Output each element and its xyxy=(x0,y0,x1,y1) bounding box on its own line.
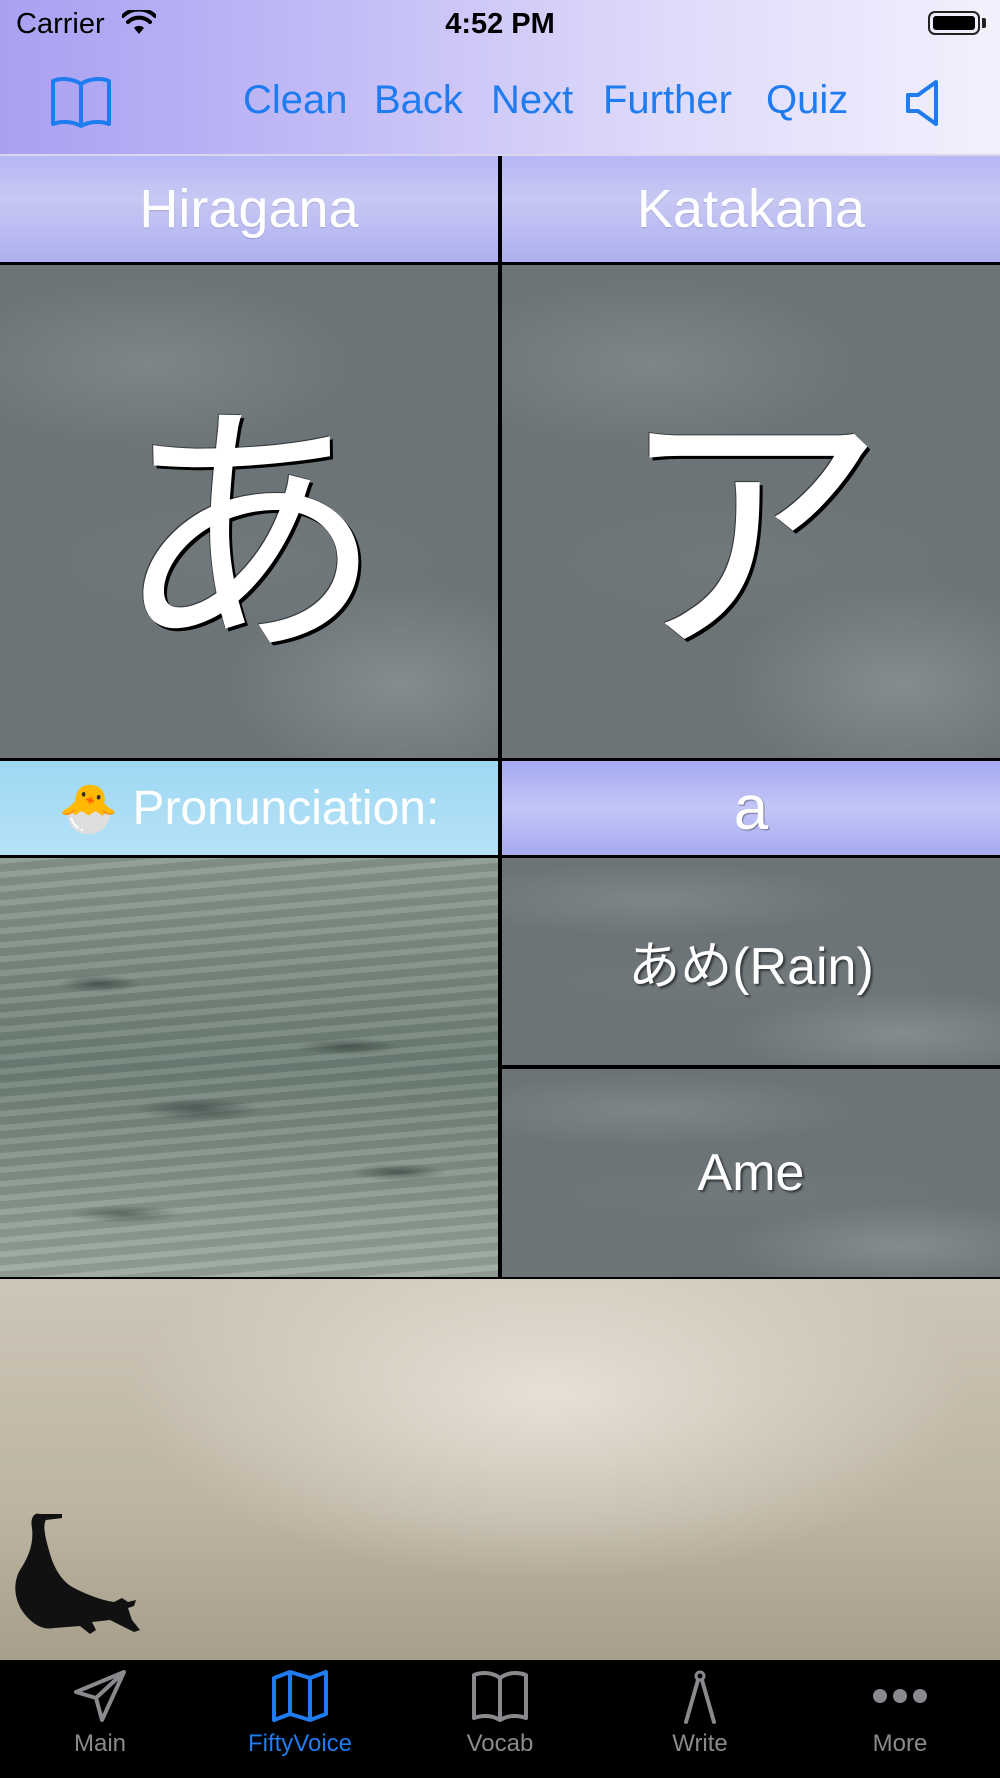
tab-label-vocab: Vocab xyxy=(466,1730,534,1757)
hiragana-character[interactable]: あ xyxy=(0,265,498,758)
tab-label-fiftyvoice: FiftyVoice xyxy=(247,1730,353,1757)
compass-icon xyxy=(684,1670,716,1724)
example-word-kana[interactable]: あめ(Rain) xyxy=(502,858,1000,1065)
katakana-header: Katakana xyxy=(502,156,1000,262)
tab-label-main: Main xyxy=(73,1730,127,1757)
status-bar: Carrier 4:52 PM xyxy=(0,0,1000,50)
tab-fiftyvoice[interactable]: FiftyVoice xyxy=(200,1668,400,1778)
pronunciation-label: Pronunciation: xyxy=(132,781,440,835)
book-icon xyxy=(472,1671,528,1722)
quiz-button[interactable]: Quiz xyxy=(766,78,848,123)
book-icon[interactable] xyxy=(50,76,112,128)
battery-cap xyxy=(982,18,986,28)
speaker-icon[interactable] xyxy=(904,78,948,128)
tab-main[interactable]: Main xyxy=(0,1668,200,1778)
tab-label-more: More xyxy=(872,1730,928,1757)
clean-button[interactable]: Clean xyxy=(243,78,348,123)
cat-silhouette-icon xyxy=(10,1508,160,1638)
tab-more[interactable]: More xyxy=(800,1668,1000,1778)
tab-label-write: Write xyxy=(672,1730,728,1757)
back-button[interactable]: Back xyxy=(374,78,463,123)
paper-plane-icon xyxy=(74,1670,126,1722)
rain-water-image xyxy=(0,858,498,1277)
katakana-character[interactable]: ア xyxy=(502,265,1000,758)
battery-icon xyxy=(928,11,980,35)
tab-vocab[interactable]: Vocab xyxy=(400,1668,600,1778)
chick-icon: 🐣 xyxy=(58,782,119,836)
pronunciation-label-cell: 🐣 Pronunciation: xyxy=(0,761,498,855)
next-button[interactable]: Next xyxy=(491,78,573,123)
map-icon xyxy=(272,1670,328,1722)
further-button[interactable]: Further xyxy=(603,78,732,123)
tab-write[interactable]: Write xyxy=(600,1668,800,1778)
status-time: 4:52 PM xyxy=(445,8,555,40)
pronunciation-value[interactable]: a xyxy=(502,761,1000,855)
example-word-romaji[interactable]: Ame xyxy=(502,1069,1000,1277)
more-dots-icon xyxy=(873,1689,927,1703)
hiragana-header: Hiragana xyxy=(0,156,498,262)
